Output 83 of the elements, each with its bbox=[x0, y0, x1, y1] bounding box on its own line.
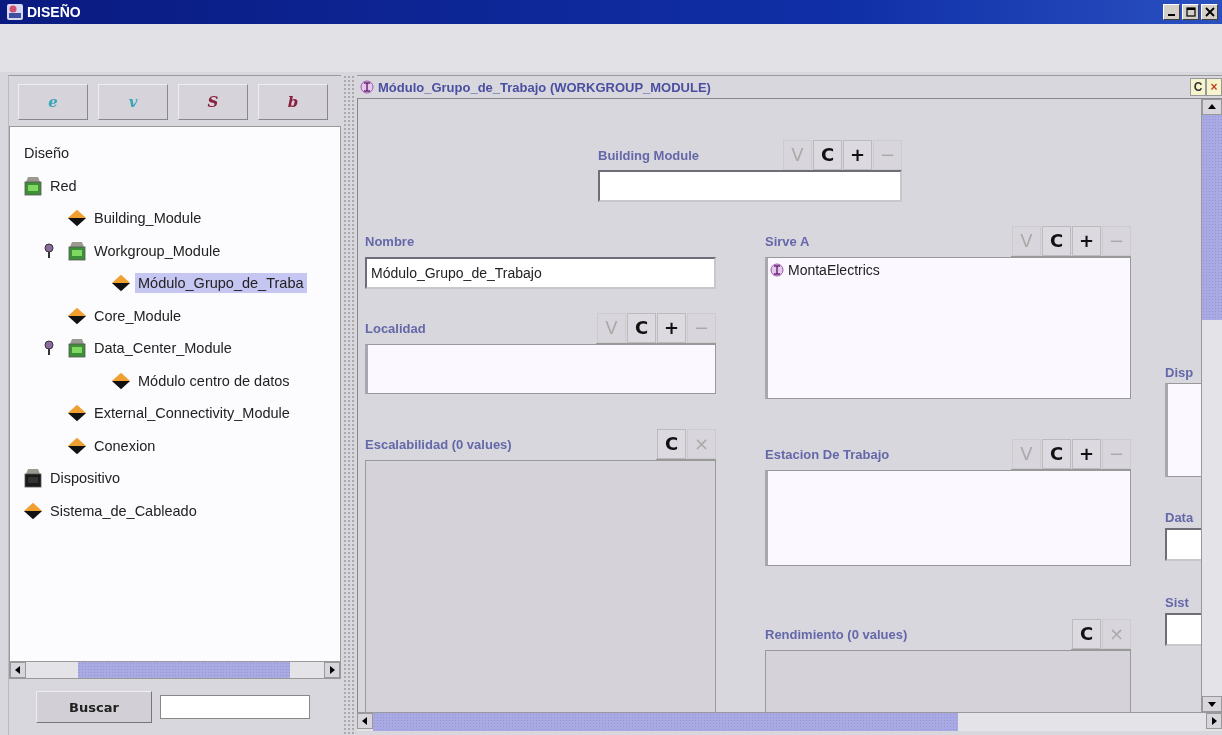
tree-item[interactable]: Data_Center_Module bbox=[91, 338, 235, 359]
tree-item[interactable]: Building_Module bbox=[91, 208, 205, 229]
tree-item[interactable]: Workgroup_Module bbox=[91, 240, 224, 261]
field-action-button[interactable]: C bbox=[1042, 438, 1071, 469]
text-field[interactable] bbox=[1165, 613, 1201, 646]
text-field[interactable]: Módulo_Grupo_de_Trabajo bbox=[365, 257, 716, 289]
diamond-icon bbox=[23, 500, 43, 521]
horizontal-scrollbar[interactable] bbox=[10, 661, 340, 678]
tree-item[interactable]: Red bbox=[47, 175, 80, 196]
box-icon bbox=[67, 338, 87, 359]
field-label: Estacion De Trabajo bbox=[765, 446, 890, 462]
list-box[interactable] bbox=[365, 344, 716, 394]
tree-item[interactable]: External_Connectivity_Module bbox=[91, 403, 293, 424]
field-label: Nombre bbox=[365, 233, 415, 249]
box-icon bbox=[67, 240, 87, 261]
horizontal-scrollbar[interactable] bbox=[357, 712, 1222, 731]
field-action-button[interactable]: + bbox=[843, 139, 872, 170]
field-action-button[interactable]: C bbox=[1072, 618, 1101, 649]
tree-item[interactable]: Dispositivo bbox=[47, 468, 124, 489]
field-label: Disp bbox=[1165, 364, 1194, 380]
vertical-scrollbar[interactable] bbox=[1201, 99, 1222, 712]
field-action-button[interactable]: + bbox=[657, 312, 686, 343]
scrollbar-thumb[interactable] bbox=[1202, 115, 1222, 320]
box-icon bbox=[23, 175, 43, 196]
app-icon bbox=[6, 3, 24, 21]
field-label: Building Module bbox=[598, 147, 700, 163]
diamond-icon bbox=[111, 370, 131, 391]
toolbar-button[interactable]: S bbox=[178, 84, 248, 120]
field-label: Sist bbox=[1165, 594, 1189, 610]
pin-icon[interactable] bbox=[43, 242, 55, 259]
tree-item[interactable]: Módulo centro de datos bbox=[135, 370, 293, 391]
diamond-icon bbox=[67, 403, 87, 424]
scroll-right-icon[interactable] bbox=[1206, 713, 1222, 729]
text-field[interactable] bbox=[598, 170, 902, 202]
field-action-button[interactable]: + bbox=[1072, 438, 1101, 469]
form-title: Módulo_Grupo_de_Trabajo (WORKGROUP_MODULE) bbox=[378, 79, 711, 95]
diamond-icon bbox=[67, 435, 87, 456]
header-button[interactable]: × bbox=[1206, 78, 1222, 96]
instance-icon bbox=[770, 263, 784, 277]
list-box[interactable] bbox=[765, 470, 1131, 566]
field-action-button[interactable]: C bbox=[813, 139, 842, 170]
scrollbar-thumb[interactable] bbox=[78, 662, 290, 678]
scroll-left-icon[interactable] bbox=[357, 713, 373, 729]
scroll-left-icon[interactable] bbox=[10, 662, 26, 678]
field-action-button[interactable]: C bbox=[657, 428, 686, 459]
diamond-icon bbox=[67, 208, 87, 229]
instance-icon bbox=[360, 80, 374, 94]
field-action-button[interactable]: C bbox=[1042, 225, 1071, 256]
tree-root[interactable]: Diseño bbox=[21, 143, 73, 164]
pin-icon[interactable] bbox=[43, 340, 55, 357]
close-icon bbox=[1204, 7, 1215, 17]
field-action-button[interactable]: C bbox=[627, 312, 656, 343]
scrollbar-thumb[interactable] bbox=[373, 713, 958, 731]
splitter-handle[interactable] bbox=[343, 75, 355, 735]
scroll-right-icon[interactable] bbox=[324, 662, 340, 678]
minimize-icon bbox=[1168, 14, 1175, 16]
field-label: Localidad bbox=[365, 320, 426, 336]
field-label: Sirve A bbox=[765, 233, 810, 249]
scroll-down-icon[interactable] bbox=[1202, 696, 1222, 712]
tree-item[interactable]: Core_Module bbox=[91, 305, 185, 326]
header-button[interactable]: C bbox=[1190, 78, 1206, 96]
field-label: Data bbox=[1165, 509, 1194, 525]
box-icon bbox=[23, 468, 43, 489]
list-box[interactable]: MontaElectrics bbox=[765, 257, 1131, 399]
text-field[interactable] bbox=[1165, 528, 1201, 561]
scroll-up-icon[interactable] bbox=[1202, 99, 1222, 115]
tree-item[interactable]: Sistema_de_Cableado bbox=[47, 500, 200, 521]
search-field[interactable] bbox=[160, 695, 310, 719]
diamond-icon bbox=[67, 305, 87, 326]
window-title: DISEÑO bbox=[27, 4, 81, 20]
field-action-button[interactable]: + bbox=[1072, 225, 1101, 256]
field-label: Rendimiento (0 values) bbox=[765, 626, 908, 642]
tree-item[interactable]: Conexion bbox=[91, 435, 159, 456]
field-label: Escalabilidad (0 values) bbox=[365, 436, 512, 452]
toolbar-button[interactable]: b bbox=[258, 84, 328, 120]
minimize-button[interactable] bbox=[1163, 4, 1180, 20]
list-item[interactable]: MontaElectrics bbox=[788, 262, 880, 278]
diamond-icon bbox=[111, 273, 131, 294]
maximize-button[interactable] bbox=[1182, 4, 1199, 20]
maximize-icon bbox=[1185, 7, 1196, 17]
close-button[interactable] bbox=[1201, 4, 1218, 20]
search-button[interactable]: Buscar bbox=[36, 691, 152, 723]
tree-item[interactable]: Módulo_Grupo_de_Traba bbox=[135, 273, 307, 294]
